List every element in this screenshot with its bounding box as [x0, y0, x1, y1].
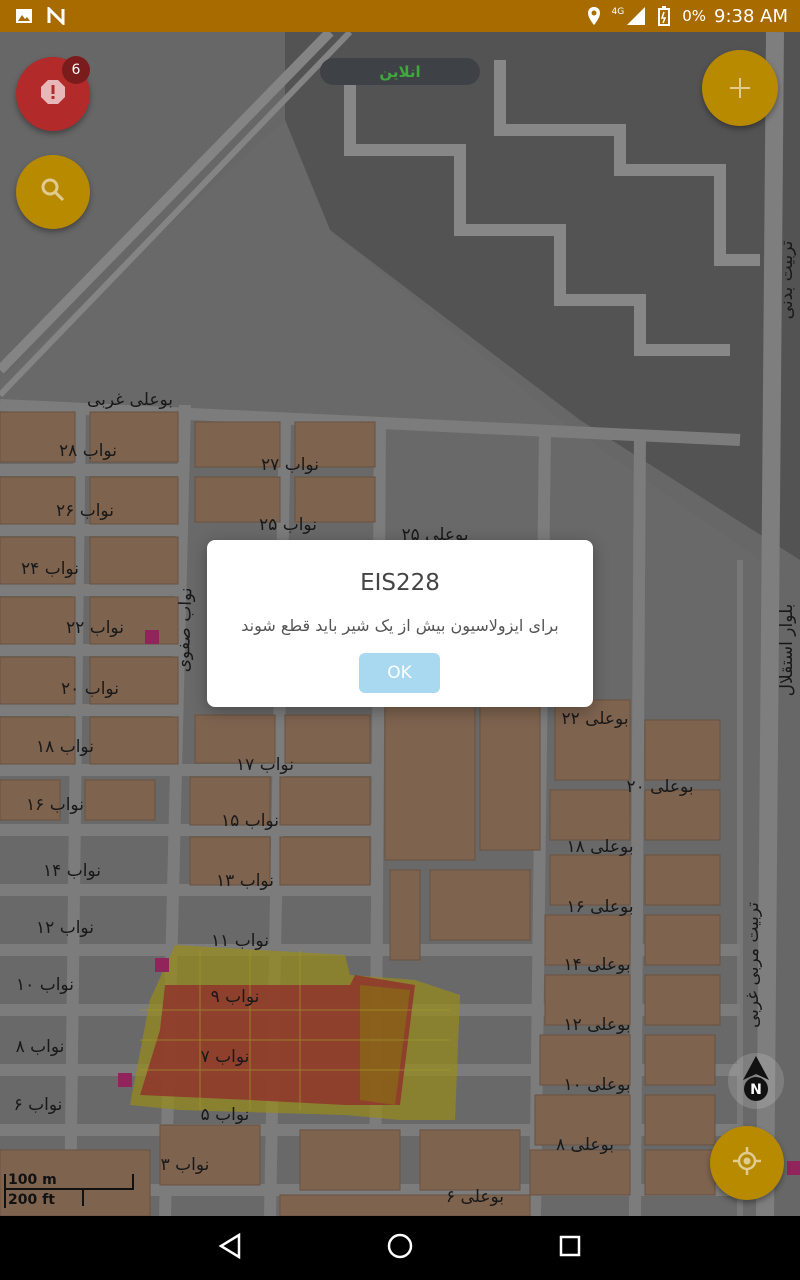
add-button[interactable]	[702, 50, 778, 126]
dialog-message: برای ایزولاسیون بیش از یک شیر باید قطع ش…	[241, 616, 559, 635]
network-type: 4G	[611, 7, 625, 17]
svg-text:N: N	[750, 1082, 762, 1098]
system-nav-bar	[0, 1216, 800, 1280]
search-icon	[40, 177, 66, 207]
clock: 9:38 AM	[714, 5, 788, 27]
back-triangle-icon	[218, 1232, 242, 1263]
plus-icon	[729, 68, 751, 108]
home-circle-icon	[386, 1232, 414, 1264]
map-scale-bar: 100 m 200 ft	[2, 1170, 142, 1210]
image-icon	[14, 6, 34, 26]
compass-button[interactable]: N	[728, 1053, 784, 1109]
recents-button[interactable]	[552, 1230, 588, 1266]
4g-signal-icon	[626, 6, 646, 26]
search-button[interactable]	[16, 155, 90, 229]
scale-metric-label: 100 m	[8, 1172, 57, 1188]
crosshair-icon	[732, 1146, 762, 1180]
scale-imperial-label: 200 ft	[8, 1192, 55, 1208]
my-location-button[interactable]	[710, 1126, 784, 1200]
ok-button[interactable]: OK	[359, 653, 440, 693]
dialog-title: EIS228	[360, 570, 440, 596]
alert-icon	[40, 79, 66, 109]
n-app-icon	[46, 6, 66, 26]
back-button[interactable]	[212, 1230, 248, 1266]
recents-square-icon	[558, 1234, 582, 1262]
status-bar: 4G 0% 9:38 AM	[0, 0, 800, 32]
compass-north-icon: N	[741, 1056, 771, 1106]
alert-count-badge: 6	[62, 56, 90, 84]
battery-level: 0%	[682, 7, 706, 25]
battery-icon	[654, 6, 674, 26]
location-icon	[584, 6, 604, 26]
home-button[interactable]	[382, 1230, 418, 1266]
connection-status-pill: انلاین	[320, 58, 480, 85]
error-dialog: EIS228 برای ایزولاسیون بیش از یک شیر بای…	[207, 540, 593, 707]
